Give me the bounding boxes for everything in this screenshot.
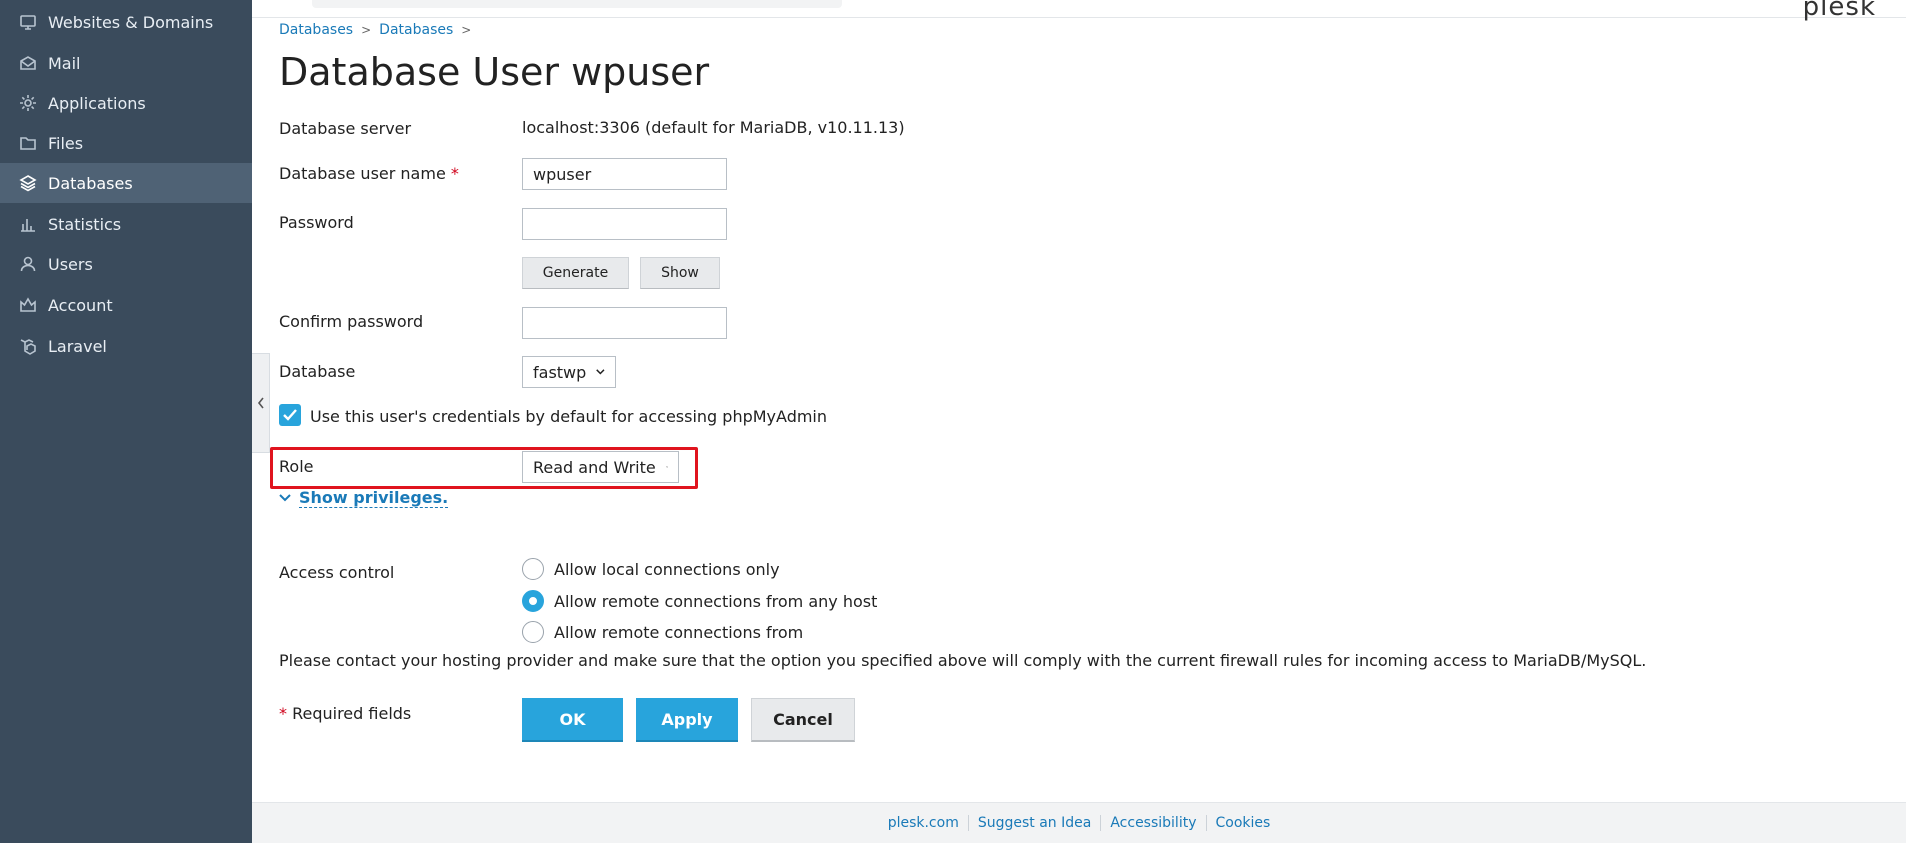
gear-icon <box>18 93 38 113</box>
database-select[interactable]: fastwp <box>522 356 616 388</box>
bar-chart-icon <box>18 214 38 234</box>
footer-link-plesk[interactable]: plesk.com <box>879 815 969 831</box>
user-icon <box>18 254 38 274</box>
password-label: Password <box>279 213 354 232</box>
role-select[interactable]: Read and Write <box>522 451 679 483</box>
page-title: Database User wpuser <box>279 50 710 94</box>
cancel-button[interactable]: Cancel <box>751 698 855 742</box>
sidebar-item-websites-domains[interactable]: Websites & Domains <box>0 2 252 42</box>
radio-button[interactable] <box>522 558 544 580</box>
database-select-value: fastwp <box>533 362 587 382</box>
sidebar-item-users[interactable]: Users <box>0 244 252 284</box>
role-label: Role <box>279 457 314 476</box>
required-fields-text: Required fields <box>292 704 412 723</box>
firewall-note: Please contact your hosting provider and… <box>279 651 1647 670</box>
breadcrumb-separator-icon: > <box>461 23 472 37</box>
sidebar-item-label: Account <box>48 295 113 315</box>
show-password-button[interactable]: Show <box>640 257 720 289</box>
required-mark: * <box>279 704 287 723</box>
chevron-down-icon <box>596 369 605 375</box>
radio-button-selected[interactable] <box>522 590 544 612</box>
crown-icon <box>18 295 38 315</box>
confirm-password-field[interactable] <box>522 307 727 339</box>
database-server-value: localhost:3306 (default for MariaDB, v10… <box>522 118 905 137</box>
sidebar-item-label: Files <box>48 133 84 153</box>
plesk-logo: plesk <box>1802 0 1876 22</box>
sidebar-item-laravel[interactable]: Laravel <box>0 326 252 366</box>
radio-label: Allow local connections only <box>554 559 780 579</box>
access-option-from[interactable]: Allow remote connections from <box>522 621 803 643</box>
monitor-icon <box>18 12 38 32</box>
generate-button[interactable]: Generate <box>522 257 629 289</box>
folder-icon <box>18 133 38 153</box>
password-field[interactable] <box>522 208 727 240</box>
database-server-label: Database server <box>279 119 412 138</box>
sidebar-collapse-button[interactable] <box>252 353 270 453</box>
sidebar-item-label: Users <box>48 254 93 274</box>
sidebar-item-databases[interactable]: Databases <box>0 163 252 203</box>
breadcrumb-separator-icon: > <box>361 23 372 37</box>
breadcrumb-item[interactable]: Databases <box>279 22 353 38</box>
database-label: Database <box>279 362 356 381</box>
sidebar-item-label: Databases <box>48 173 133 193</box>
sidebar-item-label: Mail <box>48 53 81 73</box>
show-privileges-link[interactable]: Show privileges. <box>279 488 449 508</box>
search-input[interactable] <box>312 0 842 8</box>
role-select-value: Read and Write <box>533 457 656 477</box>
sidebar-item-label: Websites & Domains <box>48 12 214 32</box>
footer-link-cookies[interactable]: Cookies <box>1207 815 1280 831</box>
top-bar: plesk <box>252 0 1906 22</box>
radio-label: Allow remote connections from <box>554 622 804 642</box>
show-privileges-text: Show privileges. <box>299 488 449 508</box>
sidebar-item-account[interactable]: Account <box>0 285 252 325</box>
required-fields-note: * Required fields <box>279 704 411 723</box>
footer-link-suggest-idea[interactable]: Suggest an Idea <box>969 815 1102 831</box>
radio-label: Allow remote connections from any host <box>554 591 878 611</box>
chevron-down-icon <box>279 494 291 502</box>
breadcrumb: Databases > Databases > <box>279 22 471 38</box>
sidebar-item-label: Statistics <box>48 214 122 234</box>
username-label-text: Database user name <box>279 164 446 183</box>
sidebar-item-statistics[interactable]: Statistics <box>0 204 252 244</box>
sidebar-item-files[interactable]: Files <box>0 123 252 163</box>
username-field[interactable] <box>522 158 727 190</box>
ok-button[interactable]: OK <box>522 698 623 742</box>
confirm-password-label: Confirm password <box>279 312 424 331</box>
sidebar-item-mail[interactable]: Mail <box>0 43 252 83</box>
sidebar-item-label: Applications <box>48 93 146 113</box>
laravel-icon <box>18 336 38 356</box>
access-control-label: Access control <box>279 563 395 582</box>
footer: plesk.com Suggest an Idea Accessibility … <box>252 802 1906 843</box>
footer-link-accessibility[interactable]: Accessibility <box>1101 815 1207 831</box>
radio-button[interactable] <box>522 621 544 643</box>
checkmark-icon <box>283 409 297 421</box>
breadcrumb-item[interactable]: Databases <box>379 22 453 38</box>
mail-icon <box>18 53 38 73</box>
sidebar-item-applications[interactable]: Applications <box>0 83 252 123</box>
required-mark: * <box>450 164 459 183</box>
phpmyadmin-checkbox-label[interactable]: Use this user's credentials by default f… <box>310 407 827 426</box>
apply-button[interactable]: Apply <box>636 698 738 742</box>
access-option-local[interactable]: Allow local connections only <box>522 558 780 580</box>
phpmyadmin-checkbox[interactable] <box>279 404 301 426</box>
chevron-down-icon <box>665 466 668 468</box>
sidebar: Websites & Domains Mail Applications Fil… <box>0 0 252 843</box>
sidebar-item-label: Laravel <box>48 336 107 356</box>
chevron-left-icon <box>257 397 264 409</box>
access-option-any-host[interactable]: Allow remote connections from any host <box>522 590 877 612</box>
username-label: Database user name * <box>279 164 459 183</box>
layers-icon <box>18 173 38 193</box>
